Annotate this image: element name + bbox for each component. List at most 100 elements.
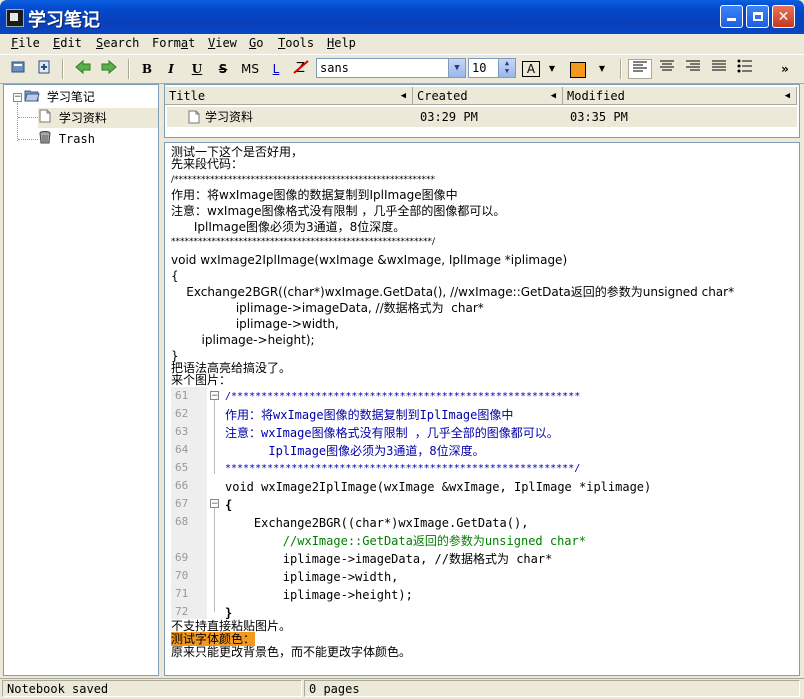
line-number: 68: [175, 515, 189, 528]
editor-line: 先来段代码：: [171, 157, 244, 171]
line-number: 67: [175, 497, 189, 510]
code-line: void wxImage2IplImage(wxImage &wxImage, …: [225, 480, 652, 494]
strikethrough-button[interactable]: S: [214, 59, 232, 79]
menu-format[interactable]: Format: [152, 36, 195, 50]
column-title[interactable]: Title ◀: [165, 87, 413, 105]
note-modified-cell: 03:35 PM: [570, 110, 628, 124]
menu-go[interactable]: Go: [249, 36, 263, 50]
code-line: iplimage->height);: [225, 588, 413, 602]
text-color-dropdown-icon[interactable]: ▼: [546, 59, 558, 79]
note-editor[interactable]: 测试一下这个是否好用， 先来段代码： /********************…: [164, 142, 800, 676]
editor-line: iplimage->height);: [171, 333, 315, 347]
close-button[interactable]: ✕: [772, 5, 795, 28]
note-title-cell: 学习资料: [205, 110, 254, 124]
trash-icon: [38, 130, 52, 150]
menu-tools[interactable]: Tools: [278, 36, 314, 50]
editor-line: void wxImage2IplImage(wxImage &wxImage, …: [171, 253, 568, 267]
bg-color-button[interactable]: [570, 59, 586, 79]
column-modified[interactable]: Modified ◀: [563, 87, 797, 105]
line-number: 61: [175, 389, 189, 402]
code-line: 作用：将wxImage图像的数据复制到IplImage图像中: [225, 408, 514, 422]
underline-button[interactable]: U: [188, 59, 206, 79]
editor-line: iplimage->imageData, //数据格式为 char*: [171, 301, 484, 315]
menu-help[interactable]: Help: [327, 36, 356, 50]
tree-root-label: 学习笔记: [46, 90, 95, 104]
more-button[interactable]: »: [776, 59, 794, 79]
notebook-tree: − 学习笔记 学习资料 Trash: [3, 84, 159, 676]
window-title: 学习笔记: [28, 10, 100, 31]
link-button[interactable]: L: [268, 59, 284, 79]
editor-line: Exchange2BGR((char*)wxImage.GetData(), /…: [171, 285, 735, 299]
menu-search[interactable]: Search: [96, 36, 139, 50]
text-color-button[interactable]: A: [522, 61, 540, 77]
monospace-button[interactable]: MS: [238, 59, 262, 79]
app-icon: [6, 9, 24, 27]
editor-line: /***************************************…: [171, 175, 436, 185]
font-size-spinner[interactable]: 10 ▲ ▼: [468, 58, 516, 78]
code-line: Exchange2BGR((char*)wxImage.GetData(),: [225, 516, 529, 530]
new-note-icon[interactable]: [34, 59, 54, 79]
bold-button[interactable]: B: [138, 59, 156, 79]
editor-line: 原来只能更改背景色，而不能更改字体颜色。: [171, 645, 412, 659]
note-created-cell: 03:29 PM: [420, 110, 478, 124]
font-family-select[interactable]: sans ▼: [316, 58, 466, 78]
bg-color-dropdown-icon[interactable]: ▼: [596, 59, 608, 79]
editor-line: IplImage图像必须为3通道，8位深度。: [171, 220, 406, 234]
code-line: 注意：wxImage图像格式没有限制 ，几乎全部的图像都可以。: [225, 426, 559, 440]
clear-format-icon[interactable]: Z: [292, 59, 310, 79]
tree-notebook-root[interactable]: 学习笔记: [24, 87, 154, 107]
fold-icon: −: [210, 391, 219, 401]
line-number: 66: [175, 479, 189, 492]
line-number: 71: [175, 587, 189, 600]
forward-arrow-icon[interactable]: [98, 59, 120, 79]
line-number: 65: [175, 461, 189, 474]
line-number: 63: [175, 425, 189, 438]
align-justify-icon[interactable]: [708, 59, 730, 79]
sort-arrow-icon: ◀: [784, 91, 790, 101]
code-line: ****************************************…: [225, 463, 581, 474]
new-notebook-icon[interactable]: [8, 59, 28, 79]
font-size-value: 10: [472, 61, 487, 75]
tree-trash[interactable]: Trash: [38, 129, 158, 149]
align-center-icon[interactable]: [656, 59, 678, 79]
page-icon: [187, 110, 201, 130]
bullet-list-icon[interactable]: [734, 59, 756, 79]
editor-line: ****************************************…: [171, 237, 436, 247]
status-page-count: 0 pages: [304, 680, 800, 697]
column-created[interactable]: Created ◀: [413, 87, 563, 105]
sort-arrow-icon: ◀: [400, 91, 406, 101]
font-family-value: sans: [320, 61, 349, 75]
italic-button[interactable]: I: [162, 59, 180, 79]
editor-line: iplimage->width,: [171, 317, 339, 331]
align-right-icon[interactable]: [682, 59, 704, 79]
menu-view[interactable]: View: [208, 36, 237, 50]
back-arrow-icon[interactable]: [72, 59, 94, 79]
notes-list: Title ◀ Created ◀ Modified ◀ 学习资料 03:29 PM …: [164, 84, 800, 138]
maximize-button[interactable]: [746, 5, 769, 28]
highlighted-line: 测试字体颜色：: [171, 632, 256, 646]
tree-trash-label: Trash: [58, 132, 95, 146]
chevron-down-icon[interactable]: ▼: [448, 59, 465, 77]
minimize-button[interactable]: [720, 5, 743, 28]
editor-line: 作用：将wxImage图像的数据复制到IplImage图像中: [171, 188, 458, 202]
align-left-icon[interactable]: [628, 59, 652, 79]
status-bar: Notebook saved 0 pages: [0, 678, 804, 699]
collapse-icon[interactable]: −: [13, 93, 22, 102]
code-line: //wxImage::GetData返回的参数为unsigned char*: [225, 534, 586, 548]
code-line: IplImage图像必须为3通道，8位深度。: [225, 444, 485, 458]
menu-edit[interactable]: Edit: [53, 36, 82, 50]
tree-notebook-child[interactable]: 学习资料: [38, 108, 158, 128]
code-line: iplimage->imageData, //数据格式为 char*: [225, 552, 553, 566]
menu-file[interactable]: File: [11, 36, 40, 50]
line-number: 70: [175, 569, 189, 582]
toolbar: B I U S MS L Z sans ▼ 10 ▲▼ A ▼ ▼ »: [0, 54, 804, 84]
editor-line: {: [171, 269, 179, 283]
status-message: Notebook saved: [2, 680, 302, 697]
code-line: /***************************************…: [225, 391, 581, 402]
fold-icon: −: [210, 499, 219, 509]
spinner-arrows-icon[interactable]: ▲ ▼: [498, 59, 515, 77]
line-number: 64: [175, 443, 189, 456]
table-row[interactable]: 学习资料 03:29 PM 03:35 PM: [167, 107, 797, 127]
title-bar: 学习笔记 ✕: [0, 0, 804, 34]
editor-line: 不支持直接粘贴图片。: [171, 619, 292, 633]
